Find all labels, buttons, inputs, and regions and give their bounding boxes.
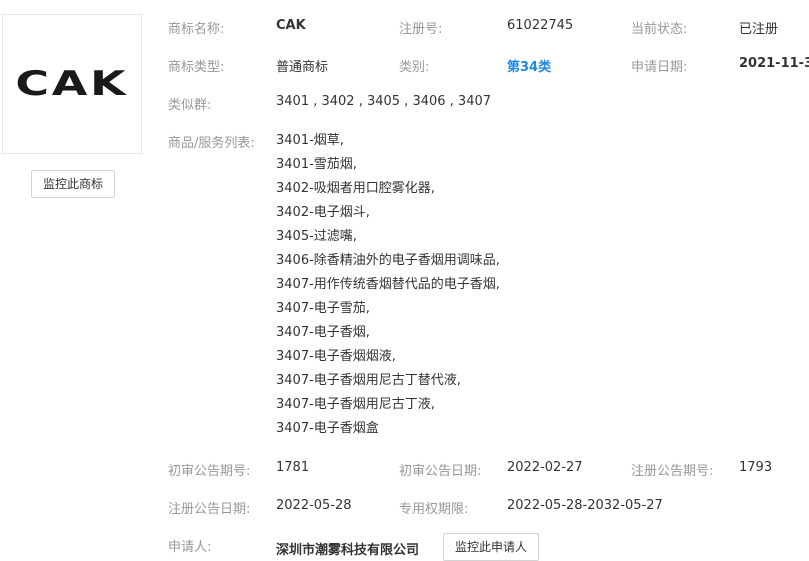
similar-groups-value: 3401 , 3402 , 3405 , 3406 , 3407	[276, 94, 492, 109]
apply-date-label: 申请日期:	[631, 60, 688, 75]
category-link[interactable]: 第34类	[507, 56, 551, 75]
monitor-trademark-button[interactable]: 监控此商标	[31, 170, 116, 198]
prelim-date-label: 初审公告日期:	[399, 464, 482, 479]
similar-groups-label: 类似群:	[168, 98, 212, 113]
goods-item: 3407-电子香烟用尼古丁液,	[276, 397, 435, 412]
goods-item: 3407-电子香烟盒	[276, 421, 379, 436]
reg-no-label: 注册号:	[399, 22, 443, 37]
goods-item: 3407-电子香烟,	[276, 325, 370, 340]
trademark-name-label: 商标名称:	[168, 22, 225, 37]
trademark-name-value: CAK	[276, 18, 306, 33]
trademark-logo-text: CAK	[15, 64, 129, 104]
status-value: 已注册	[739, 22, 779, 37]
goods-list-label: 商品/服务列表:	[168, 136, 255, 151]
goods-item: 3401-烟草,	[276, 133, 344, 148]
trademark-type-value: 普通商标	[276, 60, 329, 75]
reg-pub-no-label: 注册公告期号:	[631, 464, 714, 479]
prelim-no-label: 初审公告期号:	[168, 464, 251, 479]
goods-item: 3406-除香精油外的电子香烟用调味品,	[276, 253, 500, 268]
apply-date-value: 2021-11-30	[739, 56, 809, 71]
monitor-applicant-button[interactable]: 监控此申请人	[443, 533, 540, 561]
goods-list: 3401-烟草, 3401-雪茄烟, 3402-吸烟者用口腔雾化器, 3402-…	[276, 132, 500, 444]
prelim-date-value: 2022-02-27	[507, 460, 583, 475]
prelim-no-value: 1781	[276, 460, 310, 475]
status-label: 当前状态:	[631, 22, 688, 37]
reg-pub-date-label: 注册公告日期:	[168, 502, 251, 517]
applicant-label: 申请人:	[168, 540, 212, 555]
goods-item: 3402-吸烟者用口腔雾化器,	[276, 181, 435, 196]
goods-item: 3407-电子香烟烟液,	[276, 349, 396, 364]
trademark-type-label: 商标类型:	[168, 60, 225, 75]
goods-item: 3402-电子烟斗,	[276, 205, 370, 220]
exclusive-period-label: 专用权期限:	[399, 502, 469, 517]
goods-item: 3407-电子香烟用尼古丁替代液,	[276, 373, 461, 388]
applicant-value: 深圳市潮雾科技有限公司	[276, 543, 420, 558]
goods-item: 3407-电子雪茄,	[276, 301, 370, 316]
exclusive-period-value: 2022-05-28-2032-05-27	[507, 498, 663, 513]
category-label: 类别:	[399, 60, 430, 75]
goods-item: 3405-过滤嘴,	[276, 229, 357, 244]
reg-pub-no-value: 1793	[739, 460, 773, 475]
reg-no-value: 61022745	[507, 18, 574, 33]
trademark-logo: CAK	[2, 14, 142, 154]
goods-item: 3407-用作传统香烟替代品的电子香烟,	[276, 277, 500, 292]
reg-pub-date-value: 2022-05-28	[276, 498, 352, 513]
goods-item: 3401-雪茄烟,	[276, 157, 357, 172]
